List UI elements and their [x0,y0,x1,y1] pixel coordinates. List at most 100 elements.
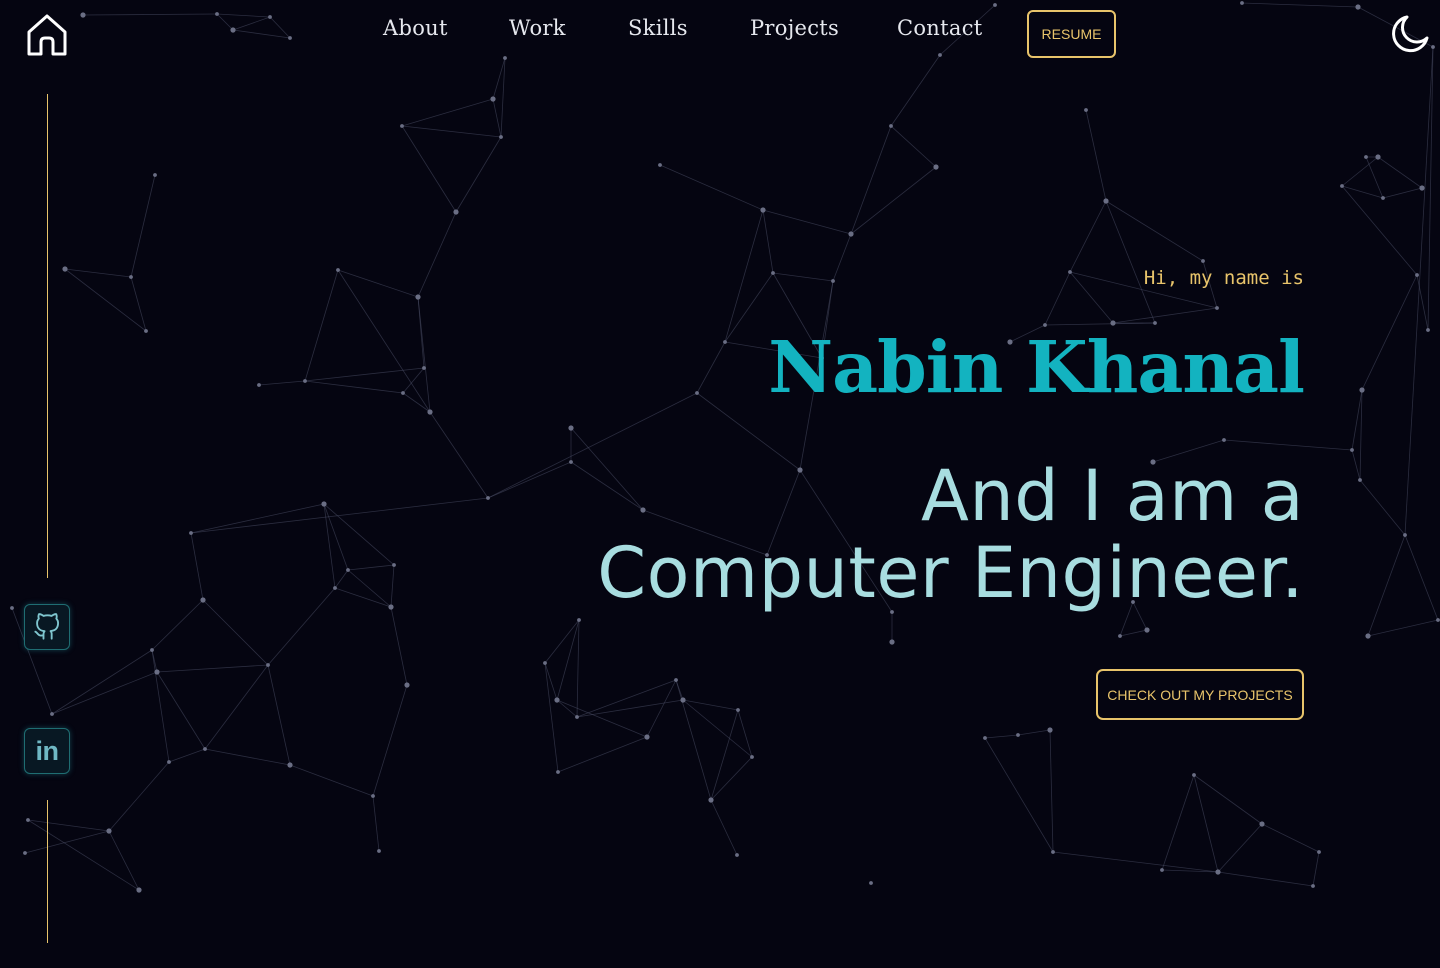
network-edge [1367,534,1406,637]
network-edge [337,269,419,298]
network-edge [1361,274,1418,391]
network-node [1118,634,1122,638]
hero-greeting: Hi, my name is [1143,267,1304,289]
network-edge [390,564,395,608]
network-node [415,294,421,300]
network-edge [576,619,580,718]
network-node [1365,633,1371,639]
network-node [422,366,426,370]
network-node [189,531,193,535]
network-edge [64,268,147,332]
network-node [831,279,835,283]
network-edge [64,268,132,278]
network-edge [372,684,408,797]
network-edge [1044,271,1071,326]
tagline-line-2: Computer Engineer. [597,532,1304,614]
network-edge [1223,439,1353,451]
network-edge [190,503,325,534]
nav-work[interactable]: Work [509,16,566,40]
network-edge [267,664,291,766]
network-node [1364,155,1368,159]
network-edge [710,799,738,856]
network-node [848,231,854,237]
network-edge [401,125,457,213]
network-edge [401,125,502,138]
network-node [150,648,154,652]
network-node [136,887,142,893]
network-edge [151,599,204,651]
nav-skills[interactable]: Skills [628,16,688,40]
tagline-line-1: And I am a [920,455,1304,537]
network-node [336,268,340,272]
network-node [1375,154,1381,160]
network-node [1426,328,1430,332]
network-node [1358,478,1362,482]
network-node [735,853,739,857]
moon-icon [1392,15,1429,53]
network-node [568,425,574,431]
network-node [333,586,337,590]
nav-contact[interactable]: Contact [897,16,983,40]
network-node [26,818,30,822]
network-edge [417,211,457,298]
nav-projects[interactable]: Projects [750,16,839,40]
network-node [1192,773,1196,777]
network-node [577,618,581,622]
network-node [1160,868,1164,872]
network-node [556,770,560,774]
network-node [1215,869,1221,875]
network-edge [402,367,425,394]
network-edge [304,269,339,382]
network-edge [1359,479,1406,536]
network-edge [1377,156,1423,189]
nav-about[interactable]: About [383,16,448,40]
network-node [153,173,157,177]
network-node [303,379,307,383]
network-edge [267,587,336,666]
network-node [377,849,381,853]
check-out-projects-button[interactable]: CHECK OUT MY PROJECTS [1096,669,1304,720]
network-node [1103,198,1109,204]
network-node [869,881,873,885]
network-edge [682,699,753,758]
network-edge [1161,774,1195,871]
network-edge [1351,449,1361,481]
network-node [644,734,650,740]
network-node [736,708,740,712]
network-edge [544,662,559,773]
network-node [1016,733,1020,737]
network-edge [1341,185,1384,199]
network-edge [772,272,834,282]
network-node [490,96,496,102]
network-edge [832,233,852,282]
network-edge [557,736,648,773]
network-edge [372,795,380,852]
theme-toggle-button[interactable] [1390,14,1430,54]
github-link[interactable] [24,604,70,650]
network-node [569,460,573,464]
network-node [486,496,490,500]
network-edge [204,748,291,766]
network-edge [1069,271,1114,324]
network-node [889,124,893,128]
network-node [154,669,160,675]
network-edge [576,679,677,718]
network-edge [190,532,204,601]
linkedin-link[interactable]: in [24,728,70,774]
network-edge [429,411,489,499]
network-edge [204,664,269,750]
network-edge [401,98,494,127]
network-node [1403,533,1407,537]
network-edge [51,671,158,715]
network-node [723,340,727,344]
network-node [371,794,375,798]
network-node [499,135,503,139]
network-edge [1105,200,1156,324]
resume-button[interactable]: RESUME [1027,10,1116,58]
hero-tagline: And I am a Computer Engineer. [597,458,1304,612]
network-node [453,209,459,215]
network-node [203,747,207,751]
network-edge [108,830,140,891]
network-edge [156,671,206,750]
network-edge [724,272,774,343]
